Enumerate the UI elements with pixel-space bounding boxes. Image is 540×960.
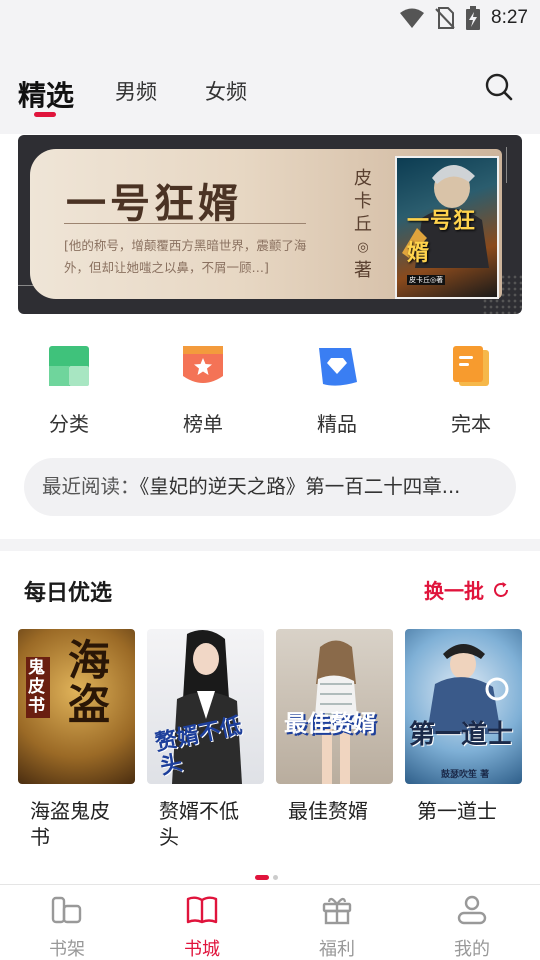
cover-subtitle: 鬼皮书 bbox=[26, 657, 50, 718]
tab-female[interactable]: 女频 bbox=[205, 76, 247, 106]
refresh-button[interactable]: 换一批 bbox=[424, 575, 510, 604]
book-cover: 海盗 鬼皮书 bbox=[18, 629, 135, 784]
top-nav: 精选 男频 女频 bbox=[0, 36, 540, 134]
cover-title: 第一道士 bbox=[409, 720, 514, 750]
recent-reading-bar[interactable]: 最近阅读：《皇妃的逆天之路》第一百二十四章... bbox=[24, 458, 516, 516]
quick-label: 分类 bbox=[49, 412, 89, 436]
banner-decor-line bbox=[506, 147, 507, 183]
author-char: 丘 bbox=[354, 214, 372, 235]
status-bar: 8:27 bbox=[0, 0, 540, 36]
banner-description: [他的称号，增颠覆西方黑暗世界，震颤了海外，但却让她嗤之以鼻，不屑一顾…] bbox=[64, 238, 307, 275]
wifi-icon bbox=[400, 8, 425, 28]
book-title: 最佳赘婿 bbox=[288, 799, 368, 823]
banner-title: 一号狂婿 bbox=[66, 180, 242, 227]
nav-bookstore[interactable]: 书城 bbox=[162, 893, 242, 960]
finished-book-icon bbox=[453, 346, 489, 386]
pager-dot-active bbox=[255, 875, 269, 880]
ranking-icon bbox=[183, 346, 223, 383]
nav-benefits[interactable]: 福利 bbox=[297, 893, 377, 960]
quick-ranking[interactable]: 榜单 bbox=[158, 344, 248, 437]
battery-charging-icon bbox=[466, 6, 481, 30]
author-char: ◎ bbox=[357, 240, 369, 255]
quick-premium[interactable]: 精品 bbox=[292, 344, 382, 437]
nav-label: 书城 bbox=[184, 939, 220, 960]
user-icon bbox=[457, 895, 487, 925]
nav-label: 福利 bbox=[319, 939, 355, 960]
no-sim-icon bbox=[435, 7, 455, 29]
cover-author: 鼓瑟吹笙 著 bbox=[441, 770, 490, 780]
cover-title: 海盗 bbox=[68, 636, 111, 729]
refresh-icon bbox=[494, 581, 508, 597]
section-title: 每日优选 bbox=[24, 581, 113, 606]
search-icon[interactable] bbox=[484, 72, 514, 102]
tab-featured[interactable]: 精选 bbox=[18, 74, 74, 114]
cover-figure-illustration bbox=[427, 644, 509, 734]
status-icons: 8:27 bbox=[399, 6, 528, 30]
book-open-icon bbox=[186, 896, 218, 924]
recent-label: 最近阅读： bbox=[42, 475, 140, 498]
book-card[interactable]: 海盗 鬼皮书 海盗鬼皮书 bbox=[18, 629, 135, 850]
quick-category[interactable]: 分类 bbox=[24, 344, 114, 437]
main-content: 一号狂婿 [他的称号，增颠覆西方黑暗世界，震颤了海外，但却让她嗤之以鼻，不屑一顾… bbox=[0, 134, 540, 539]
quick-label: 完本 bbox=[451, 412, 491, 436]
cover-figure-illustration bbox=[314, 640, 358, 784]
active-tab-indicator bbox=[34, 112, 56, 117]
daily-picks-section: 每日优选 换一批 海盗 鬼皮书 海盗鬼皮书 赘婿不低头 赘婿不低头 最佳赘婿 最… bbox=[0, 551, 540, 884]
author-char: 皮 bbox=[354, 168, 372, 189]
book-title: 第一道士 bbox=[417, 799, 497, 823]
cover-author: 皮卡丘◎著 bbox=[407, 275, 446, 285]
book-card[interactable]: 最佳赘婿 最佳赘婿 bbox=[276, 629, 393, 824]
nav-profile[interactable]: 我的 bbox=[432, 893, 512, 960]
featured-banner[interactable]: 一号狂婿 [他的称号，增颠覆西方黑暗世界，震颤了海外，但却让她嗤之以鼻，不屑一顾… bbox=[18, 135, 522, 314]
category-icon bbox=[49, 346, 89, 386]
banner-author: 皮 卡 丘 ◎ 著 bbox=[352, 167, 374, 282]
book-cover: 赘婿不低头 bbox=[147, 629, 264, 784]
cover-title: 最佳赘婿 bbox=[284, 710, 376, 737]
author-char: 著 bbox=[354, 260, 372, 281]
quick-label: 榜单 bbox=[183, 412, 223, 436]
bottom-nav: 书架 书城 福利 我的 bbox=[0, 884, 540, 960]
book-title: 海盗鬼皮书 bbox=[30, 799, 110, 849]
book-cover: 第一道士 鼓瑟吹笙 著 bbox=[405, 629, 522, 784]
banner-book-cover[interactable]: 一号狂婿 皮卡丘◎著 bbox=[395, 156, 499, 299]
banner-divider bbox=[64, 223, 306, 224]
quick-label: 精品 bbox=[317, 412, 357, 436]
book-cover: 最佳赘婿 bbox=[276, 629, 393, 784]
author-char: 卡 bbox=[354, 191, 372, 212]
nav-label: 我的 bbox=[454, 939, 490, 960]
book-card[interactable]: 第一道士 鼓瑟吹笙 著 第一道士 bbox=[405, 629, 522, 824]
gift-icon bbox=[322, 897, 352, 925]
book-card[interactable]: 赘婿不低头 赘婿不低头 bbox=[147, 629, 264, 850]
nav-label: 书架 bbox=[49, 939, 85, 960]
refresh-label: 换一批 bbox=[424, 579, 484, 603]
book-title: 赘婿不低头 bbox=[159, 799, 239, 849]
nav-bookshelf[interactable]: 书架 bbox=[27, 893, 107, 960]
recent-book-text: 《皇妃的逆天之路》第一百二十四章... bbox=[139, 475, 461, 498]
tab-male[interactable]: 男频 bbox=[115, 76, 157, 106]
quick-finished[interactable]: 完本 bbox=[426, 344, 516, 437]
carousel-pager bbox=[255, 875, 278, 880]
cover-title: 一号狂婿 bbox=[407, 208, 477, 266]
pager-dot bbox=[273, 875, 278, 880]
diamond-icon bbox=[319, 348, 357, 386]
clock: 8:27 bbox=[491, 7, 528, 28]
bookshelf-icon bbox=[51, 896, 82, 924]
